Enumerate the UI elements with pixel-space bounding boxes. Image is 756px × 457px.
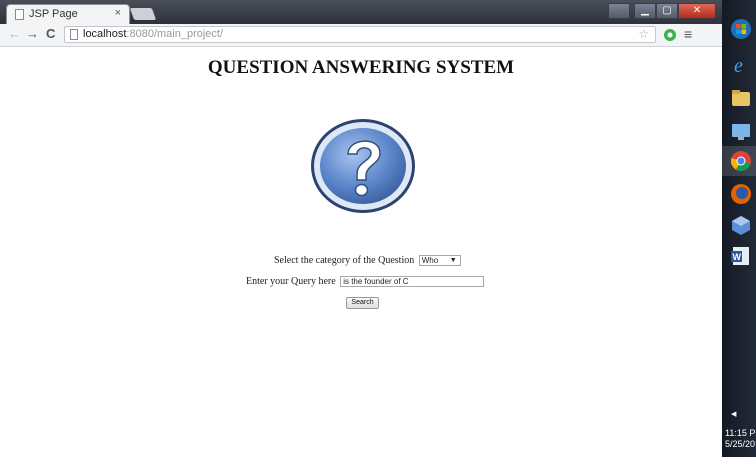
page-icon — [15, 9, 24, 20]
clock-time: 11:15 PM — [725, 428, 756, 438]
chrome-icon[interactable] — [730, 150, 752, 172]
remote-desktop-icon[interactable] — [730, 121, 752, 143]
category-row: Select the category of the Question Who … — [274, 255, 461, 267]
reload-icon[interactable]: C — [46, 26, 55, 41]
svg-text:e: e — [734, 55, 743, 76]
query-input[interactable]: is the founder of C — [340, 276, 485, 288]
page-info-icon[interactable] — [70, 29, 78, 40]
taskbar-clock[interactable]: 11:15 PM 5/25/20 — [725, 428, 756, 450]
category-selected-value: Who — [421, 256, 439, 266]
forward-arrow-icon[interactable]: → — [26, 26, 39, 41]
svg-text:W: W — [733, 252, 742, 262]
page-title: QUESTION ANSWERING SYSTEM — [207, 57, 515, 78]
menu-icon[interactable]: ≡ — [684, 26, 692, 42]
firefox-icon[interactable] — [730, 183, 752, 205]
window-controls: ▁ ▢ ✕ — [608, 3, 716, 19]
profile-button[interactable] — [608, 3, 630, 19]
windows-taskbar: e W ◀ 11:15 PM 5/25/20 — [722, 0, 756, 457]
tray-expand-icon[interactable]: ◀ — [731, 410, 736, 418]
extension-icon[interactable] — [664, 29, 676, 41]
start-orb-icon[interactable] — [730, 18, 752, 40]
minimize-button[interactable]: ▁ — [634, 3, 656, 19]
search-button[interactable]: Search — [346, 297, 379, 309]
internet-explorer-icon[interactable]: e — [730, 54, 752, 76]
virtualbox-icon[interactable] — [730, 214, 752, 236]
close-window-button[interactable]: ✕ — [678, 3, 716, 19]
browser-window: JSP Page × ▁ ▢ ✕ ← → C localhost:8080/ma… — [0, 0, 722, 457]
tab-strip: JSP Page × ▁ ▢ ✕ — [0, 0, 722, 24]
url-text[interactable]: localhost:8080/main_project/ — [83, 28, 223, 40]
new-tab-button[interactable] — [129, 8, 157, 20]
maximize-button[interactable]: ▢ — [656, 3, 678, 19]
browser-toolbar: ← → C localhost:8080/main_project/ ☆ ≡ — [0, 24, 722, 47]
tab-jsp-page[interactable]: JSP Page × — [6, 4, 130, 24]
category-label: Select the category of the Question — [274, 255, 415, 266]
file-explorer-icon[interactable] — [730, 87, 752, 109]
bookmark-star-icon[interactable]: ☆ — [638, 27, 649, 41]
word-icon[interactable]: W — [730, 245, 752, 267]
question-mark-icon — [311, 119, 415, 213]
dropdown-arrow-icon: ▼ — [449, 257, 457, 265]
clock-date: 5/25/20 — [725, 439, 756, 449]
category-select[interactable]: Who ▼ — [418, 255, 461, 267]
query-row: Enter your Query here is the founder of … — [246, 276, 485, 288]
address-bar[interactable]: localhost:8080/main_project/ ☆ — [64, 26, 656, 43]
tab-title: JSP Page — [29, 8, 78, 20]
back-arrow-icon[interactable]: ← — [8, 26, 21, 41]
query-label: Enter your Query here — [246, 276, 336, 287]
page-content: QUESTION ANSWERING SYSTEM Select the cat… — [0, 47, 722, 457]
tab-close-icon[interactable]: × — [115, 7, 121, 19]
